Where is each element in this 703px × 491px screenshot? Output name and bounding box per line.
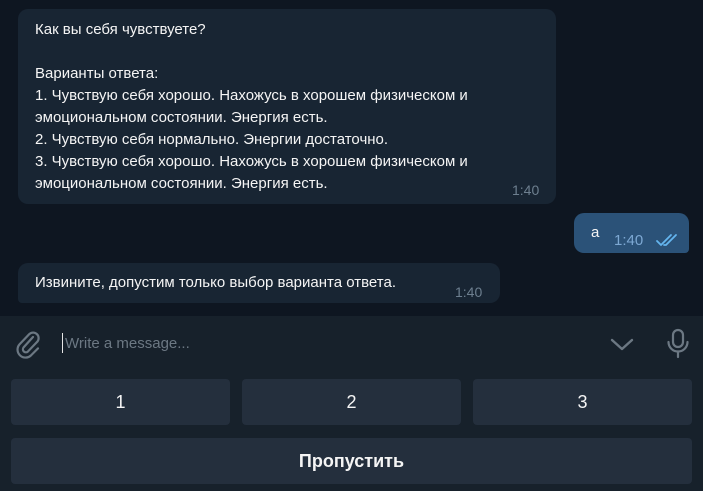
chat-history: Как вы себя чувствуете? Варианты ответа:… [0, 0, 703, 316]
double-check-icon [655, 232, 681, 246]
message-time: 1:40 [614, 232, 644, 249]
chevron-down-icon[interactable] [608, 334, 636, 354]
reply-button-2[interactable]: 2 [242, 379, 461, 425]
reply-button-1[interactable]: 1 [11, 379, 230, 425]
incoming-message: Как вы себя чувствуете? Варианты ответа:… [18, 9, 556, 204]
incoming-message: Извините, допустим только выбор варианта… [18, 263, 500, 303]
message-composer [0, 316, 703, 371]
reply-keyboard: 1 2 3 Пропустить [0, 371, 703, 491]
text-cursor [62, 333, 63, 353]
reply-button-3[interactable]: 3 [473, 379, 692, 425]
message-text: a [591, 224, 600, 241]
message-input[interactable] [65, 331, 585, 355]
skip-button[interactable]: Пропустить [11, 438, 692, 484]
message-time: 1:40 [455, 284, 483, 300]
message-time: 1:40 [512, 182, 540, 198]
microphone-icon[interactable] [664, 328, 692, 360]
message-text: Как вы себя чувствуете? Варианты ответа:… [35, 21, 468, 192]
outgoing-message: a 1:40 [574, 213, 689, 253]
message-text: Извините, допустим только выбор варианта… [35, 274, 396, 291]
paperclip-icon[interactable] [14, 328, 42, 360]
